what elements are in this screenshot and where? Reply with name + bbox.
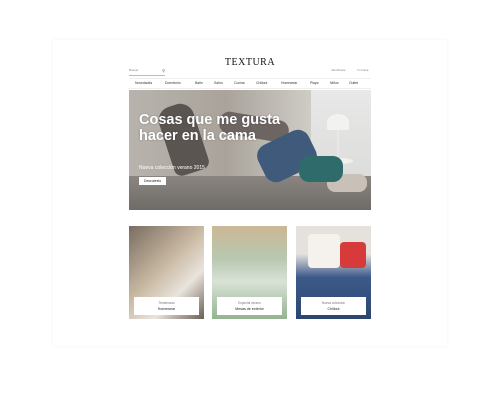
card-title[interactable]: Homewear: [134, 307, 199, 311]
search-field[interactable]: Buscar ⚲: [129, 68, 165, 76]
nav-item-playa[interactable]: Playa: [310, 81, 318, 85]
search-input[interactable]: Buscar: [129, 68, 138, 72]
cart-link[interactable]: Tu bolsa: [357, 68, 368, 72]
red-cushion-photo: [340, 242, 366, 268]
card-eyebrow: Especial verano: [238, 301, 261, 305]
hero-title: Cosas que me gusta hacer en la cama: [139, 112, 281, 144]
login-link[interactable]: Identificate: [331, 68, 346, 72]
hero-subtitle: Nueva colección verano 2015: [139, 165, 205, 171]
hero-banner[interactable]: Cosas que me gusta hacer en la cama Nuev…: [129, 90, 371, 210]
nav-item-homewear[interactable]: Homewear: [281, 81, 297, 85]
category-card-homewear[interactable]: Tendencias Homewear: [129, 226, 204, 319]
lamp-stand-photo: [337, 130, 339, 160]
category-card-chillout[interactable]: Nueva colección Chillout: [296, 226, 371, 319]
category-card-outdoor[interactable]: Especial verano Mesas de exterior: [212, 226, 287, 319]
nav-item-chillout[interactable]: Chillout: [256, 81, 267, 85]
nav-item-novedades[interactable]: Novedades: [135, 81, 152, 85]
nav-item-ninos[interactable]: Niños: [330, 81, 339, 85]
hero-cta-button[interactable]: Descubrelo: [139, 177, 167, 185]
lamp-photo: [327, 114, 349, 130]
card-label: Tendencias Homewear: [134, 297, 199, 315]
card-label: Especial verano Mesas de exterior: [217, 297, 282, 315]
nav-item-bano[interactable]: Baño: [195, 81, 203, 85]
card-title[interactable]: Chillout: [301, 307, 366, 311]
cushion-photo: [308, 234, 340, 268]
person-photo: [299, 156, 343, 182]
nav-item-salon[interactable]: Salón: [214, 81, 223, 85]
nav-item-outlet[interactable]: Outlet: [349, 81, 358, 85]
search-icon[interactable]: ⚲: [162, 68, 165, 73]
card-title[interactable]: Mesas de exterior: [217, 307, 282, 311]
card-eyebrow: Nueva colección: [321, 301, 346, 305]
card-label: Nueva colección Chillout: [301, 297, 366, 315]
nav-item-cocina[interactable]: Cocina: [234, 81, 245, 85]
brand-logo[interactable]: TEXTURA: [0, 57, 500, 68]
main-nav: Novedades Dormitorio Baño Salón Cocina C…: [129, 78, 371, 89]
card-eyebrow: Tendencias: [158, 301, 175, 305]
nav-item-dormitorio[interactable]: Dormitorio: [165, 81, 181, 85]
carousel-dots: [239, 204, 254, 210]
